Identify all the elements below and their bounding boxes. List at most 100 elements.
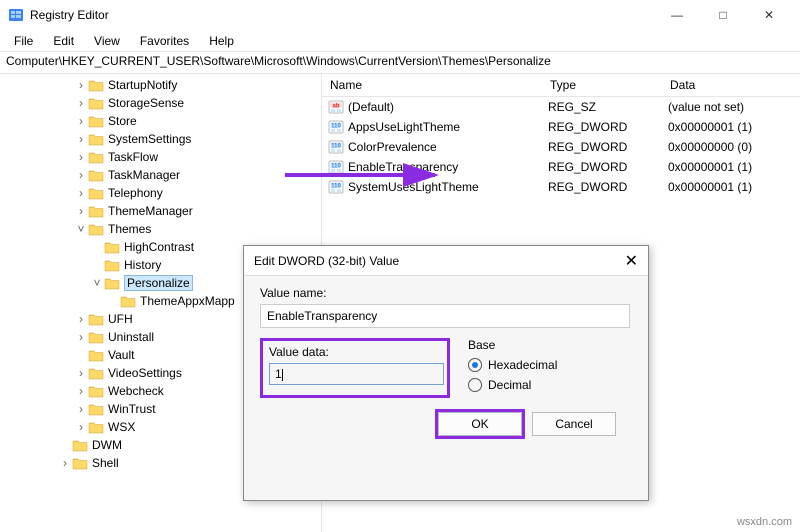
ok-button[interactable]: OK [438,412,522,436]
value-name-field[interactable]: EnableTransparency [260,304,630,328]
expand-icon[interactable]: › [74,78,88,92]
tree-node[interactable]: › StorageSense [10,94,321,112]
expand-icon[interactable]: ˅ [90,276,104,290]
cell-name: AppsUseLightTheme [348,120,548,134]
reg-dword-icon: 110 [328,119,344,135]
col-type[interactable]: Type [542,74,662,96]
tree-node-label: Shell [92,456,119,470]
folder-icon [88,420,104,434]
radio-dec[interactable]: Decimal [468,378,557,392]
tree-node-label: Personalize [124,275,193,291]
expand-icon[interactable]: › [74,132,88,146]
folder-icon [104,276,120,290]
expand-icon[interactable]: ˅ [74,222,88,236]
menu-file[interactable]: File [4,32,43,50]
folder-icon [88,150,104,164]
list-row[interactable]: ab(Default)REG_SZ(value not set) [322,97,800,117]
tree-node-label: VideoSettings [108,366,182,380]
tree-node-label: Uninstall [108,330,154,344]
folder-icon [88,132,104,146]
folder-icon [88,78,104,92]
tree-node-label: WinTrust [108,402,156,416]
folder-icon [88,348,104,362]
expand-icon[interactable]: › [74,312,88,326]
dialog-buttons: OK Cancel [260,398,632,436]
tree-node[interactable]: › TaskManager [10,166,321,184]
cancel-button[interactable]: Cancel [532,412,616,436]
list-row[interactable]: 110EnableTransparencyREG_DWORD0x00000001… [322,157,800,177]
folder-icon [88,366,104,380]
tree-node-label: StorageSense [108,96,184,110]
tree-node[interactable]: ›StartupNotify [10,76,321,94]
tree-node[interactable]: › Telephony [10,184,321,202]
list-row[interactable]: 110AppsUseLightThemeREG_DWORD0x00000001 … [322,117,800,137]
menu-help[interactable]: Help [199,32,244,50]
close-button[interactable]: ✕ [746,0,792,30]
folder-icon [88,96,104,110]
expand-icon[interactable]: › [74,114,88,128]
expand-icon[interactable]: › [74,420,88,434]
folder-icon [88,384,104,398]
cell-type: REG_DWORD [548,160,668,174]
expand-icon[interactable]: › [74,366,88,380]
folder-icon [104,258,120,272]
expand-icon[interactable]: › [74,168,88,182]
radio-dec-input[interactable] [468,378,482,392]
expand-icon[interactable]: › [74,330,88,344]
reg-dword-icon: 110 [328,159,344,175]
list-row[interactable]: 110ColorPrevalenceREG_DWORD0x00000000 (0… [322,137,800,157]
dialog-close-button[interactable]: ✕ [625,251,638,271]
tree-node-label: TaskManager [108,168,180,182]
tree-node[interactable]: ˅ Themes [10,220,321,238]
menu-favorites[interactable]: Favorites [130,32,199,50]
edit-dword-dialog: Edit DWORD (32-bit) Value ✕ Value name: … [243,245,649,501]
expand-icon[interactable]: › [58,456,72,470]
folder-icon [88,168,104,182]
svg-text:110: 110 [331,164,341,170]
cell-type: REG_DWORD [548,180,668,194]
tree-node[interactable]: ›SystemSettings [10,130,321,148]
svg-text:110: 110 [331,184,341,190]
value-data-field[interactable]: 1 [269,363,444,385]
list-header: Name Type Data [322,74,800,97]
cell-type: REG_DWORD [548,140,668,154]
tree-node[interactable]: ›TaskFlow [10,148,321,166]
expand-icon[interactable]: › [74,186,88,200]
menu-edit[interactable]: Edit [43,32,84,50]
tree-node-label: UFH [108,312,133,326]
tree-node[interactable]: ›Store [10,112,321,130]
minimize-button[interactable]: — [654,0,700,30]
text-cursor [282,369,283,381]
tree-node-label: Themes [108,222,151,236]
expand-icon[interactable]: › [74,150,88,164]
tree-node-label: ThemeAppxMapp [140,294,235,308]
folder-icon [72,456,88,470]
dialog-titlebar[interactable]: Edit DWORD (32-bit) Value ✕ [244,246,648,276]
cell-data: 0x00000001 (1) [668,120,794,134]
expand-icon[interactable]: › [74,96,88,110]
list-row[interactable]: 110SystemUsesLightThemeREG_DWORD0x000000… [322,177,800,197]
cell-data: (value not set) [668,100,794,114]
reg-dword-icon: 110 [328,179,344,195]
col-name[interactable]: Name [322,74,542,96]
tree-node-label: Telephony [108,186,163,200]
dialog-body: Value name: EnableTransparency Value dat… [244,276,648,446]
base-label: Base [468,338,557,352]
expand-icon[interactable]: › [74,384,88,398]
radio-hex[interactable]: Hexadecimal [468,358,557,372]
expand-icon[interactable]: › [74,402,88,416]
cell-name: (Default) [348,100,548,114]
watermark: wsxdn.com [737,516,792,528]
menu-view[interactable]: View [84,32,130,50]
folder-icon [88,402,104,416]
expand-icon[interactable]: › [74,204,88,218]
folder-icon [88,114,104,128]
col-data[interactable]: Data [662,74,800,96]
window-controls: — □ ✕ [654,0,792,30]
cell-data: 0x00000000 (0) [668,140,794,154]
tree-node[interactable]: ›ThemeManager [10,202,321,220]
radio-hex-input[interactable] [468,358,482,372]
tree-node-label: DWM [92,438,122,452]
address-bar[interactable]: Computer\HKEY_CURRENT_USER\Software\Micr… [0,52,800,74]
maximize-button[interactable]: □ [700,0,746,30]
